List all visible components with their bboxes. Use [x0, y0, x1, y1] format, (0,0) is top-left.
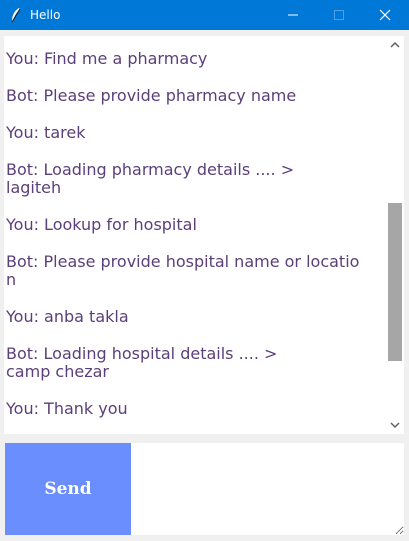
chat-message: You: Lookup for hospital	[6, 215, 197, 234]
chat-message: You: tarek	[6, 123, 86, 142]
close-button[interactable]	[362, 0, 408, 30]
chevron-down-icon	[390, 422, 400, 429]
send-button[interactable]: Send	[5, 443, 131, 535]
maximize-button[interactable]	[316, 0, 362, 30]
feather-icon	[8, 6, 24, 24]
message-input[interactable]	[131, 443, 404, 535]
minimize-icon	[288, 14, 298, 16]
scroll-thumb[interactable]	[388, 203, 402, 361]
chat-message: Bot: Loading hospital details .... > cam…	[6, 344, 278, 381]
scroll-up-button[interactable]	[386, 36, 404, 54]
close-icon	[379, 9, 391, 21]
chat-scrollbar[interactable]	[386, 36, 404, 434]
chat-log[interactable]: You: Find me a pharmacy Bot: Please prov…	[4, 36, 386, 434]
minimize-button[interactable]	[270, 0, 316, 30]
chat-message: Bot: Please provide hospital name or loc…	[6, 252, 360, 289]
scroll-down-button[interactable]	[386, 416, 404, 434]
chat-message: Bot: Please provide pharmacy name	[6, 86, 297, 105]
chat-message: You: anba takla	[6, 307, 129, 326]
maximize-icon	[334, 10, 344, 20]
chat-message: You: Find me a pharmacy	[6, 49, 208, 68]
title-bar: Hello	[0, 0, 409, 30]
message-list: You: Find me a pharmacy Bot: Please prov…	[4, 50, 359, 434]
chat-message: You: Thank you	[6, 399, 128, 418]
window-title: Hello	[30, 8, 61, 22]
chat-message: Bot: Loading pharmacy details .... > lag…	[6, 160, 295, 197]
chevron-up-icon	[390, 41, 400, 48]
